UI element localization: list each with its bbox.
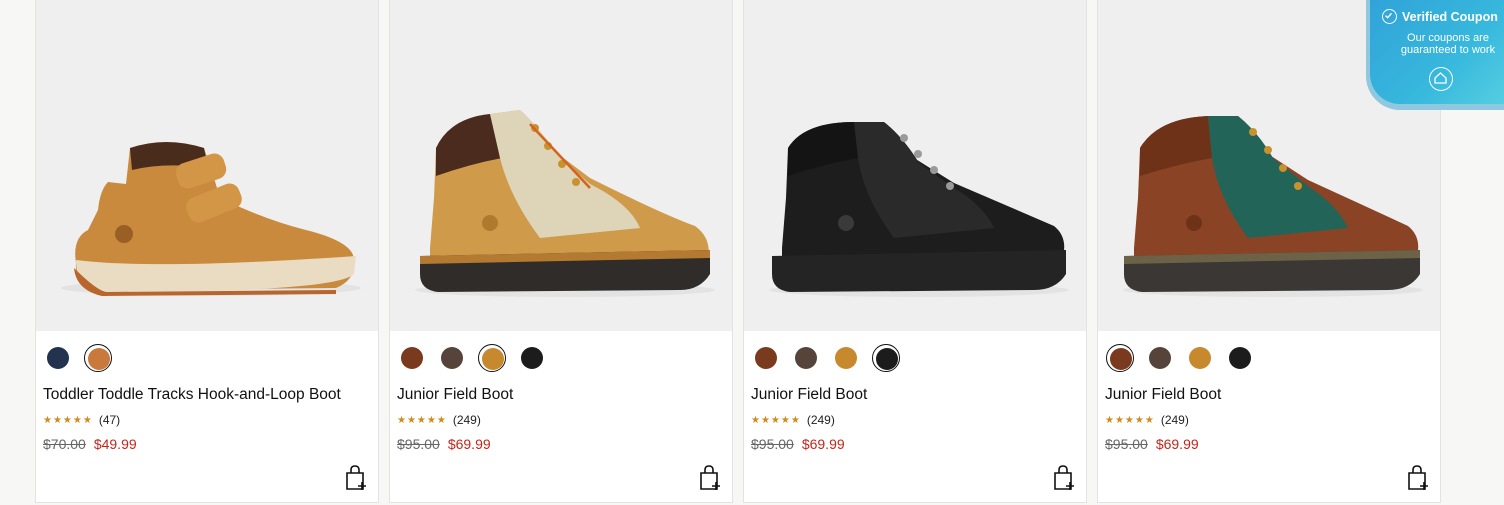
product-title[interactable]: Toddler Toddle Tracks Hook-and-Loop Boot [43,386,341,404]
color-swatch[interactable] [1226,344,1254,372]
color-swatch[interactable] [1186,344,1214,372]
product-grid: Toddler Toddle Tracks Hook-and-Loop Boot… [35,0,1443,505]
rating-stars: ★★★★★ [751,414,801,426]
add-to-bag-icon[interactable] [1406,465,1432,491]
color-swatches [398,342,558,374]
coupon-subtitle: Our coupons are guaranteed to work [1400,32,1496,56]
product-card[interactable]: Toddler Toddle Tracks Hook-and-Loop Boot… [35,0,379,503]
verified-coupon-badge[interactable]: Verified Coupon Our coupons are guarante… [1366,0,1504,110]
color-swatch[interactable] [518,344,546,372]
color-swatch[interactable] [1146,344,1174,372]
product-prices: $95.00 $69.99 [1105,436,1199,452]
product-card[interactable]: Junior Field Boot ★★★★★ (249) $95.00 $69… [389,0,733,503]
review-count: (249) [1160,413,1189,427]
coupon-panel: Verified Coupon Our coupons are guarante… [1370,0,1504,104]
review-count: (249) [452,413,481,427]
swatch-color [795,347,817,369]
swatch-color [1189,347,1211,369]
product-prices: $95.00 $69.99 [751,436,845,452]
add-to-bag-icon[interactable] [344,465,370,491]
product-title[interactable]: Junior Field Boot [751,386,867,404]
color-swatch[interactable] [832,344,860,372]
color-swatch-selected[interactable] [872,344,900,372]
product-rating[interactable]: ★★★★★ (249) [397,413,481,427]
original-price: $95.00 [397,436,440,452]
swatch-color [88,348,110,370]
swatch-color [47,347,69,369]
product-title[interactable]: Junior Field Boot [397,386,513,404]
review-count: (249) [806,413,835,427]
color-swatch[interactable] [438,344,466,372]
swatch-color [1149,347,1171,369]
original-price: $70.00 [43,436,86,452]
add-to-bag-icon[interactable] [1052,465,1078,491]
sale-price: $69.99 [801,436,845,452]
swatch-color [835,347,857,369]
product-prices: $95.00 $69.99 [397,436,491,452]
review-count: (47) [98,413,121,427]
rating-stars: ★★★★★ [43,414,93,426]
add-to-bag-icon[interactable] [698,465,724,491]
color-swatches [752,342,912,374]
sale-price: $49.99 [93,436,137,452]
coupon-logo-icon [1429,67,1453,91]
product-image[interactable] [390,0,732,331]
product-prices: $70.00 $49.99 [43,436,137,452]
product-title[interactable]: Junior Field Boot [1105,386,1221,404]
color-swatch[interactable] [398,344,426,372]
swatch-color [1229,347,1251,369]
sale-price: $69.99 [447,436,491,452]
color-swatch-selected[interactable] [1106,344,1134,372]
color-swatch[interactable] [792,344,820,372]
check-circle-icon [1382,9,1397,24]
color-swatch-selected[interactable] [478,344,506,372]
swatch-color [876,348,898,370]
color-swatch[interactable] [752,344,780,372]
product-rating[interactable]: ★★★★★ (47) [43,413,120,427]
coupon-title-text: Verified Coupon [1402,9,1498,24]
color-swatches [1106,342,1266,374]
product-rating[interactable]: ★★★★★ (249) [751,413,835,427]
swatch-color [521,347,543,369]
color-swatch-selected[interactable] [84,344,112,372]
swatch-color [401,347,423,369]
product-image[interactable] [36,0,378,331]
sale-price: $69.99 [1155,436,1199,452]
swatch-color [755,347,777,369]
swatch-color [1110,348,1132,370]
rating-stars: ★★★★★ [397,414,447,426]
product-rating[interactable]: ★★★★★ (249) [1105,413,1189,427]
color-swatch[interactable] [44,344,72,372]
original-price: $95.00 [1105,436,1148,452]
product-card[interactable]: Junior Field Boot ★★★★★ (249) $95.00 $69… [743,0,1087,503]
rating-stars: ★★★★★ [1105,414,1155,426]
swatch-color [482,348,504,370]
swatch-color [441,347,463,369]
original-price: $95.00 [751,436,794,452]
coupon-title: Verified Coupon [1382,9,1498,24]
product-image[interactable] [744,0,1086,331]
color-swatches [44,342,124,374]
